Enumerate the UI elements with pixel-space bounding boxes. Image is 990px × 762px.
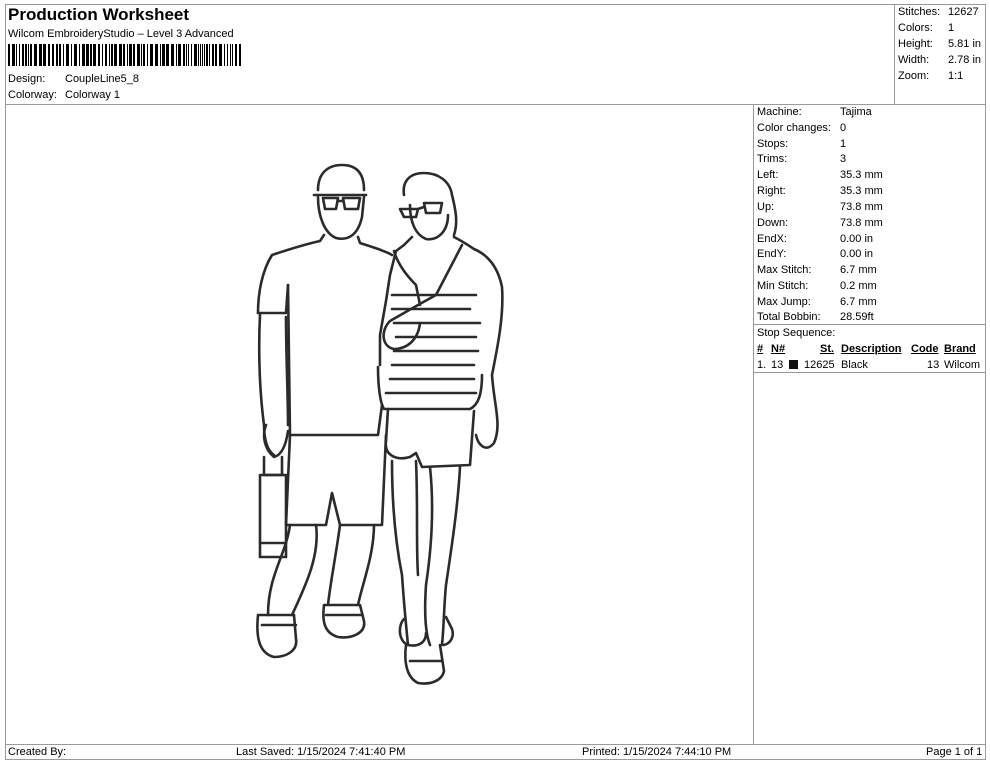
stop-row-brand: Wilcom <box>944 359 981 371</box>
stops-value: 1 <box>840 138 847 150</box>
page-title: Production Worksheet <box>8 5 190 24</box>
color-changes-label: Color changes: <box>757 122 831 134</box>
right-label: Right: <box>757 185 786 197</box>
stop-sequence-title: Stop Sequence: <box>757 327 836 339</box>
down-value: 73.8 mm <box>840 217 883 229</box>
height-value: 5.81 in <box>948 38 982 50</box>
trims-value: 3 <box>840 153 847 165</box>
colors-label: Colors: <box>898 22 933 34</box>
zoom-label: Zoom: <box>898 70 930 82</box>
colors-value: 1 <box>948 22 955 34</box>
stop-col-n: N# <box>771 343 786 355</box>
created-by: Created By: <box>8 746 67 758</box>
machine-label: Machine: <box>757 106 802 118</box>
stop-col-num: # <box>757 343 764 355</box>
design-value: CoupleLine5_8 <box>65 73 140 85</box>
height-label: Height: <box>898 38 933 50</box>
colorway-label: Colorway: <box>8 89 57 101</box>
color-swatch <box>789 360 798 372</box>
left-label: Left: <box>757 169 779 181</box>
machine-value: Tajima <box>840 106 872 118</box>
stop-col-code: Code <box>911 343 939 355</box>
stitches-label: Stitches: <box>898 6 941 18</box>
max-jump-value: 6.7 mm <box>840 296 877 308</box>
endx-label: EndX: <box>757 233 787 245</box>
stop-row-code: 13 <box>927 359 940 371</box>
printed-date: Printed: 1/15/2024 7:44:10 PM <box>582 746 732 758</box>
right-value: 35.3 mm <box>840 185 883 197</box>
stop-col-st: St. <box>820 343 835 355</box>
width-label: Width: <box>898 54 930 66</box>
endy-label: EndY: <box>757 248 787 260</box>
software-name: Wilcom EmbroideryStudio – Level 3 Advanc… <box>8 28 234 40</box>
min-stitch-label: Min Stitch: <box>757 280 809 292</box>
stops-label: Stops: <box>757 138 789 150</box>
total-bobbin-label: Total Bobbin: <box>757 311 821 323</box>
stop-divider <box>753 372 986 373</box>
up-label: Up: <box>757 201 775 213</box>
min-stitch-value: 0.2 mm <box>840 280 877 292</box>
design-label: Design: <box>8 73 46 85</box>
barcode-icon <box>8 44 241 66</box>
trims-label: Trims: <box>757 153 788 165</box>
couple-line-art-icon <box>256 163 504 685</box>
colorway-value: Colorway 1 <box>65 89 121 101</box>
max-stitch-label: Max Stitch: <box>757 264 812 276</box>
last-saved: Last Saved: 1/15/2024 7:41:40 PM <box>236 746 406 758</box>
color-changes-value: 0 <box>840 122 847 134</box>
zoom-value: 1:1 <box>948 70 964 82</box>
stop-col-description: Description <box>841 343 902 355</box>
stop-row-st: 12625 <box>804 359 835 371</box>
max-stitch-value: 6.7 mm <box>840 264 877 276</box>
stop-row-n: 13 <box>771 359 784 371</box>
endx-value: 0.00 in <box>840 233 874 245</box>
design-preview <box>256 163 504 685</box>
max-jump-label: Max Jump: <box>757 296 811 308</box>
stop-row-num: 1. <box>757 359 767 371</box>
left-value: 35.3 mm <box>840 169 883 181</box>
details-divider <box>753 324 986 325</box>
stitches-value: 12627 <box>948 6 979 18</box>
width-value: 2.78 in <box>948 54 982 66</box>
total-bobbin-value: 28.59ft <box>840 311 874 323</box>
endy-value: 0.00 in <box>840 248 874 260</box>
footer-frame <box>5 744 986 760</box>
stop-col-brand: Brand <box>944 343 976 355</box>
up-value: 73.8 mm <box>840 201 883 213</box>
down-label: Down: <box>757 217 789 229</box>
page-number: Page 1 of 1 <box>926 746 983 758</box>
stop-row-description: Black <box>841 359 868 371</box>
